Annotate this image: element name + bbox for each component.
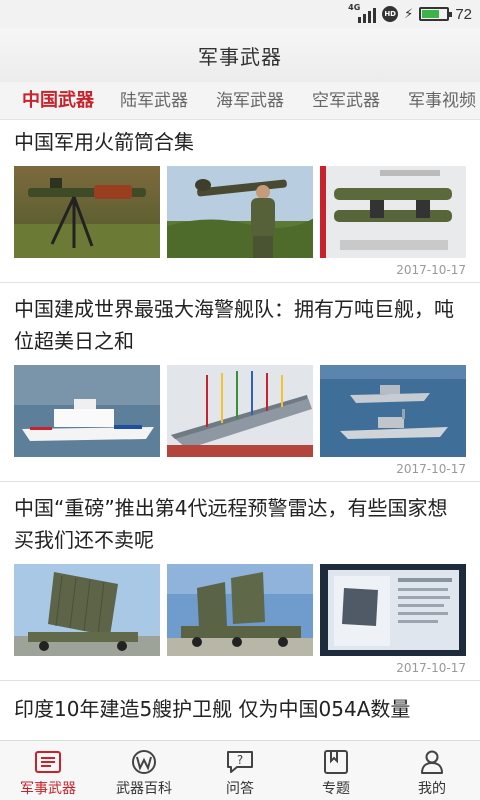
- radar-array-truck-photo[interactable]: [14, 564, 160, 656]
- radar-vehicles-photo[interactable]: [167, 564, 313, 656]
- status-bar: 4G HD ⚡ 72: [0, 0, 480, 28]
- article-date: 2017-10-17: [396, 263, 466, 277]
- nav-mine[interactable]: 我的: [384, 741, 480, 800]
- nav-label: 专题: [322, 781, 350, 797]
- nav-label: 军事武器: [20, 781, 76, 797]
- tab-china-weapons[interactable]: 中国武器: [22, 82, 94, 119]
- nav-label: 武器百科: [116, 781, 172, 797]
- tab-navy-weapons[interactable]: 海军武器: [216, 82, 284, 119]
- article-title[interactable]: 中国“重磅”推出第4代远程预警雷达，有些国家想买我们还不卖呢: [14, 492, 466, 556]
- tab-military-video[interactable]: 军事视频: [408, 82, 476, 119]
- topic-bookmark-icon: [321, 749, 351, 775]
- nav-label: 问答: [226, 781, 254, 797]
- title-bar: 军事武器: [0, 28, 480, 82]
- article-thumbnails: [14, 564, 466, 656]
- nav-topics[interactable]: 专题: [288, 741, 384, 800]
- battery-icon: [419, 7, 453, 21]
- article-title[interactable]: 中国军用火箭筒合集: [14, 126, 466, 158]
- coast-guard-ship-photo[interactable]: [14, 365, 160, 457]
- profile-person-icon: [417, 749, 447, 775]
- newspaper-icon: [33, 749, 63, 775]
- page-title: 军事武器: [198, 44, 282, 69]
- soldier-with-rpg-photo[interactable]: [167, 166, 313, 258]
- article-item[interactable]: 印度10年建造5艘护卫舰 仅为中国054A数量: [0, 681, 480, 725]
- article-item[interactable]: 中国“重磅”推出第4代远程预警雷达，有些国家想买我们还不卖呢 2017-10-1…: [0, 482, 480, 681]
- question-bubble-icon: ?: [225, 749, 255, 775]
- svg-text:?: ?: [237, 753, 243, 767]
- category-tabs: 中国武器 陆军武器 海军武器 空军武器 军事视频: [0, 82, 480, 120]
- article-date: 2017-10-17: [396, 661, 466, 675]
- encyclopedia-w-icon: [129, 749, 159, 775]
- article-feed: 中国军用火箭筒合集 2017-10-17 中国建成世界最强大海警舰队：拥有万吨巨…: [0, 120, 480, 740]
- warships-at-sea-photo[interactable]: [320, 365, 466, 457]
- nav-military-weapons[interactable]: 军事武器: [0, 741, 96, 800]
- twin-launch-tubes-photo[interactable]: [320, 166, 466, 258]
- tab-air-force-weapons[interactable]: 空军武器: [312, 82, 380, 119]
- signal-icon: 4G: [348, 3, 377, 23]
- tab-army-weapons[interactable]: 陆军武器: [120, 82, 188, 119]
- bottom-navigation: 军事武器 武器百科 ? 问答 专题 我的: [0, 740, 480, 800]
- nav-weapon-encyclopedia[interactable]: 武器百科: [96, 741, 192, 800]
- battery-percentage: 72: [455, 5, 472, 23]
- article-item[interactable]: 中国建成世界最强大海警舰队：拥有万吨巨舰，吨位超美日之和 2017-10-17: [0, 283, 480, 482]
- status-icons: 4G HD ⚡ 72: [348, 3, 472, 24]
- article-item[interactable]: 中国军用火箭筒合集 2017-10-17: [0, 120, 480, 283]
- radar-display-screen-photo[interactable]: [320, 564, 466, 656]
- article-title[interactable]: 印度10年建造5艘护卫舰 仅为中国054A数量: [14, 693, 466, 725]
- article-thumbnails: [14, 166, 466, 258]
- nav-qa[interactable]: ? 问答: [192, 741, 288, 800]
- article-title[interactable]: 中国建成世界最强大海警舰队：拥有万吨巨舰，吨位超美日之和: [14, 293, 466, 357]
- nav-label: 我的: [418, 781, 446, 797]
- rocket-launcher-on-tripod-photo[interactable]: [14, 166, 160, 258]
- charging-icon: ⚡: [404, 6, 414, 22]
- ship-launch-ceremony-photo[interactable]: [167, 365, 313, 457]
- article-date: 2017-10-17: [396, 462, 466, 476]
- article-thumbnails: [14, 365, 466, 457]
- hd-icon: HD: [382, 6, 399, 22]
